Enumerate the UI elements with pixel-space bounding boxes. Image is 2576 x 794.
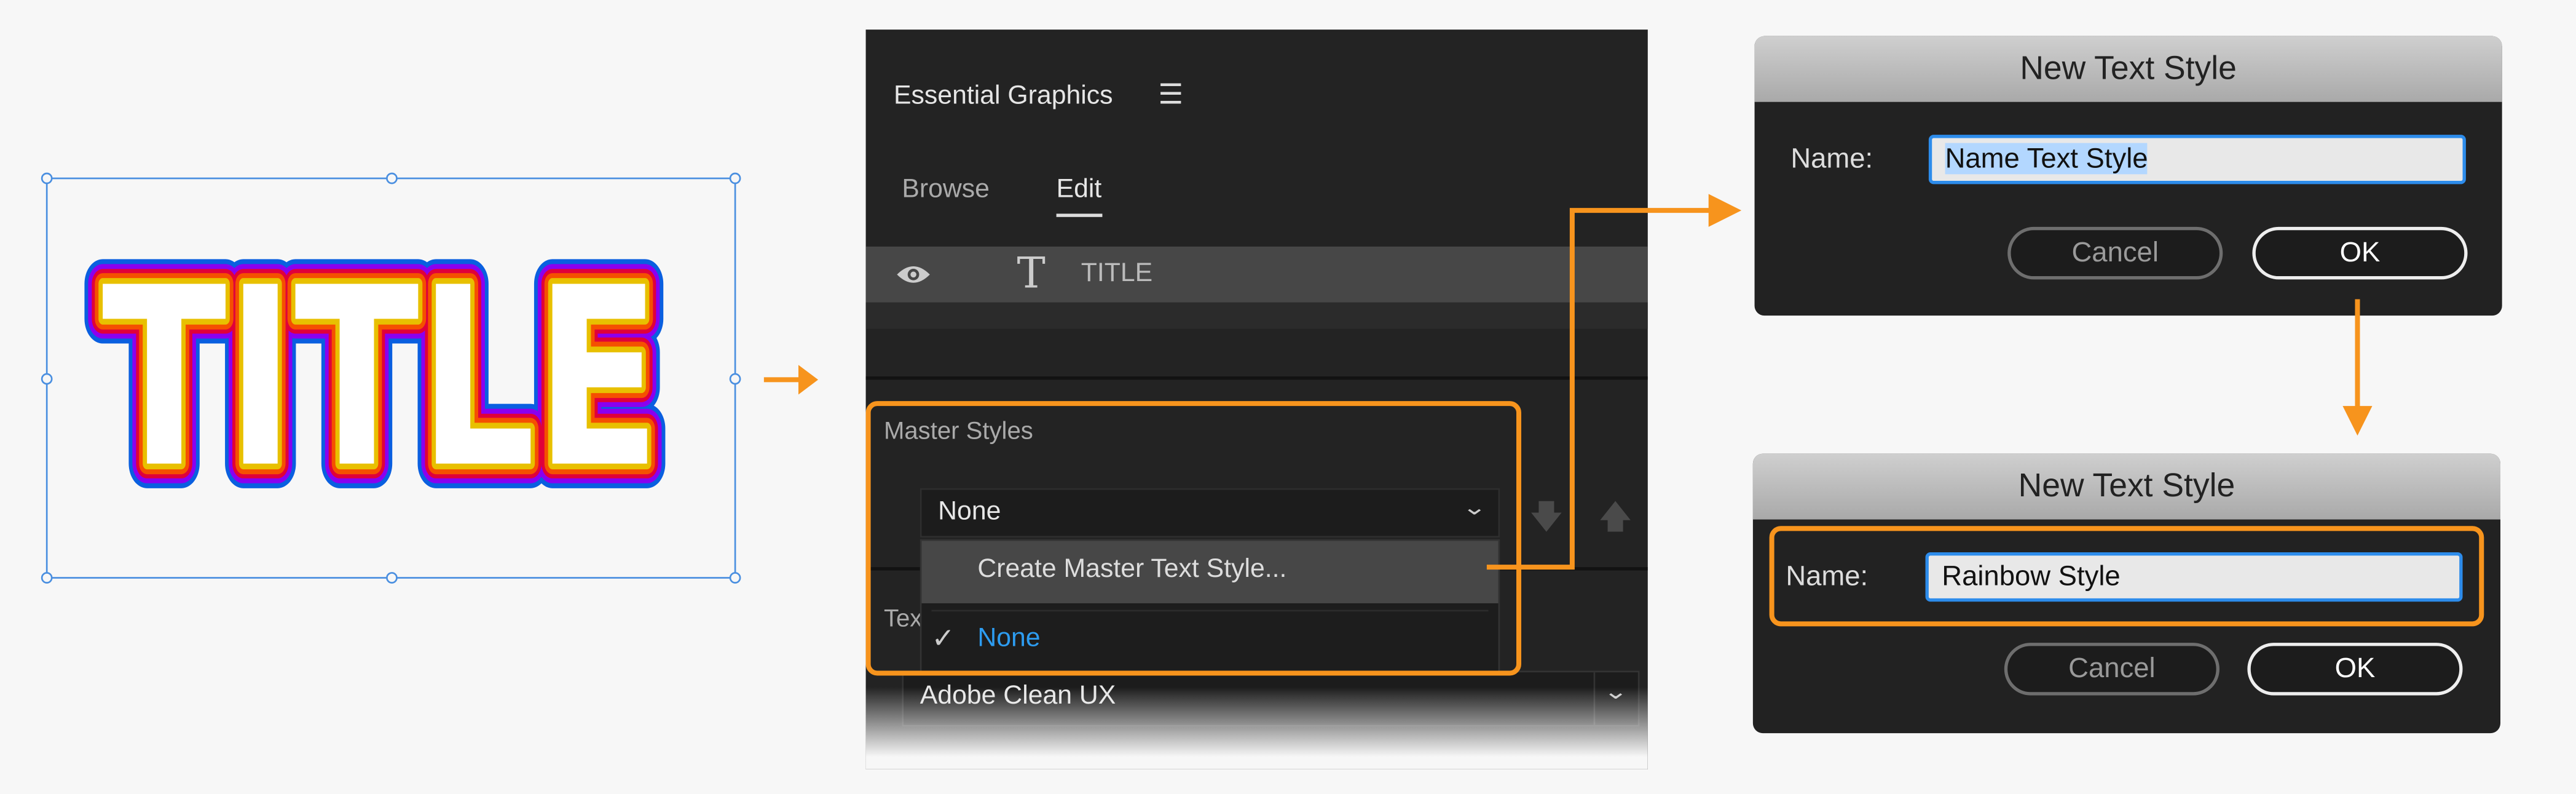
selected-text: Name Text Style xyxy=(1945,143,2148,175)
ok-button[interactable]: OK xyxy=(2247,643,2463,696)
stage: TITLE TITLE TITLE TITLE TITLE TITLE Essential… xyxy=(0,0,2576,794)
name-label: Name: xyxy=(1790,143,1873,175)
resize-handle[interactable] xyxy=(729,172,741,185)
panel-title: Essential Graphics xyxy=(894,82,1113,111)
resize-handle[interactable] xyxy=(729,373,741,385)
layer-name: TITLE xyxy=(1081,260,1153,288)
ok-button[interactable]: OK xyxy=(2252,226,2468,280)
rainbow-title-graphic: TITLETITLETITLETITLETITLETITLE xyxy=(77,230,685,510)
cancel-button[interactable]: Cancel xyxy=(2007,226,2223,280)
arrow-right-icon xyxy=(763,365,819,395)
tab-browse[interactable]: Browse xyxy=(902,176,990,205)
dialog-title: New Text Style xyxy=(1752,453,2501,520)
cancel-button[interactable]: Cancel xyxy=(2004,643,2220,696)
resize-handle[interactable] xyxy=(386,172,398,185)
resize-handle[interactable] xyxy=(41,172,53,185)
resize-handle[interactable] xyxy=(41,373,53,385)
title-text-layer: TITLE xyxy=(102,235,661,510)
resize-handle[interactable] xyxy=(729,572,741,584)
name-input[interactable]: Name Text Style xyxy=(1928,135,2466,185)
highlight-box xyxy=(865,401,1522,676)
name-label: Name: xyxy=(1786,560,1869,592)
fade-overlay xyxy=(865,687,1648,769)
tab-edit[interactable]: Edit xyxy=(1056,176,1102,217)
hamburger-icon[interactable]: ☰ xyxy=(1158,79,1183,111)
new-text-style-dialog: New Text Style Name: Rainbow Style Cance… xyxy=(1752,453,2501,734)
arrow-down-icon xyxy=(2342,299,2373,436)
eye-icon[interactable] xyxy=(896,263,932,286)
dialog-title: New Text Style xyxy=(1754,36,2502,102)
text-tool-icon: T xyxy=(1017,250,1046,300)
connector-arrow xyxy=(1486,194,1742,570)
new-text-style-dialog: New Text Style Name: Name Text Style Can… xyxy=(1754,36,2502,316)
name-input[interactable]: Rainbow Style xyxy=(1925,552,2463,602)
resize-handle[interactable] xyxy=(386,572,398,584)
resize-handle[interactable] xyxy=(41,572,53,584)
